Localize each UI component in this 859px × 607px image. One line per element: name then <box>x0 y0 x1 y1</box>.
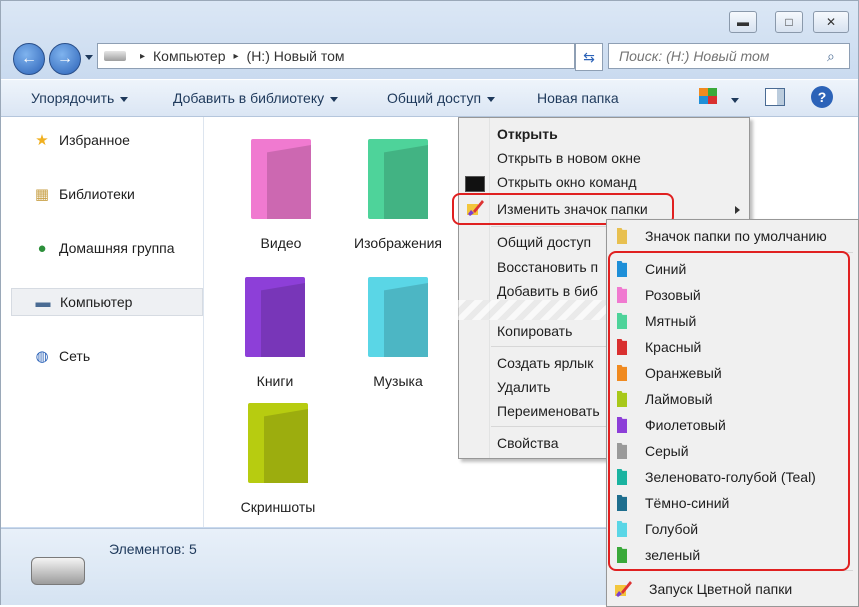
folder-label: Видео <box>260 235 302 251</box>
sidebar-item-favorites[interactable]: ★ Избранное <box>11 127 201 153</box>
sidebar-item-network[interactable]: ◍ Сеть <box>11 343 201 369</box>
folder-icon <box>251 139 311 219</box>
search-input[interactable] <box>617 47 827 65</box>
menu-item-add-to[interactable]: Добавить в биб <box>497 283 598 299</box>
items-count: Элементов: 5 <box>109 541 197 557</box>
help-icon: ? <box>811 86 833 108</box>
folder-label: Скриншоты <box>240 499 316 515</box>
torn-edge-decoration <box>458 300 608 320</box>
sidebar-item-label: Избранное <box>59 132 130 148</box>
maximize-button[interactable]: □ <box>775 11 803 33</box>
menu-item-share[interactable]: Общий доступ <box>497 234 591 250</box>
menu-item-rename[interactable]: Переименовать <box>497 403 600 419</box>
breadcrumb-separator-icon: ▸ <box>140 50 146 62</box>
close-button[interactable]: ✕ <box>813 11 849 33</box>
chevron-down-icon <box>731 97 739 103</box>
drive-icon <box>31 557 85 585</box>
library-icon: ▦ <box>34 186 50 203</box>
folder-item[interactable]: Видео <box>221 139 341 251</box>
folder-label: Музыка <box>373 373 423 389</box>
folder-icon <box>368 139 428 219</box>
chevron-down-icon <box>487 96 496 102</box>
share-button[interactable]: Общий доступ <box>387 90 496 106</box>
command-bar: Упорядочить Добавить в библиотеку Общий … <box>1 79 858 117</box>
submenu-item-launch[interactable]: Запуск Цветной папки <box>607 576 858 602</box>
folder-icon <box>368 277 428 357</box>
sidebar-item-homegroup[interactable]: ● Домашняя группа <box>11 235 201 261</box>
submenu-arrow-icon <box>735 206 740 214</box>
view-options-button[interactable] <box>699 88 739 107</box>
homegroup-icon: ● <box>37 239 47 257</box>
new-folder-button[interactable]: Новая папка <box>537 90 619 106</box>
submenu-item-default[interactable]: Значок папки по умолчанию <box>607 223 858 249</box>
sidebar-item-label: Сеть <box>59 348 91 364</box>
search-icon[interactable]: ⌕ <box>827 48 849 65</box>
navigation-bar: ← → ▸ Компьютер ▸ (H:) Новый том ⇆ ⌕ <box>1 39 858 75</box>
breadcrumb-separator-icon: ▸ <box>233 50 239 62</box>
chevron-down-icon <box>120 96 129 102</box>
drive-icon <box>104 51 126 61</box>
folder-item[interactable]: Музыка <box>338 277 458 389</box>
menu-item-open-new-window[interactable]: Открыть в новом окне <box>497 150 641 166</box>
menu-item-copy[interactable]: Копировать <box>497 323 572 339</box>
star-icon: ★ <box>35 132 49 149</box>
folder-item[interactable]: Скриншоты <box>218 403 338 515</box>
network-icon: ◍ <box>35 348 49 365</box>
folder-item[interactable]: Изображения <box>338 139 458 251</box>
command-prompt-icon <box>465 176 485 192</box>
breadcrumb-computer[interactable]: Компьютер <box>153 48 225 64</box>
menu-item-restore[interactable]: Восстановить п <box>497 259 598 275</box>
minimize-button[interactable]: ▬ <box>729 11 757 33</box>
breadcrumb-drive[interactable]: (H:) Новый том <box>247 48 345 64</box>
preview-pane-icon <box>765 88 785 106</box>
menu-item-delete[interactable]: Удалить <box>497 379 550 395</box>
address-bar[interactable]: ▸ Компьютер ▸ (H:) Новый том <box>97 43 575 69</box>
highlight-color-list <box>608 251 850 571</box>
folder-label: Книги <box>256 373 294 389</box>
title-bar: ▬ □ ✕ <box>1 1 858 39</box>
folder-icon <box>617 228 627 244</box>
preview-pane-button[interactable] <box>765 88 785 109</box>
sidebar-item-label: Библиотеки <box>59 186 135 202</box>
forward-button[interactable]: → <box>49 43 81 75</box>
navigation-pane: ★ Избранное ▦ Библиотеки ● Домашняя груп… <box>1 117 204 527</box>
folder-icon <box>245 277 305 357</box>
search-box: ⌕ <box>608 43 850 69</box>
folder-item[interactable]: Книги <box>215 277 335 389</box>
add-to-library-button[interactable]: Добавить в библиотеку <box>173 90 339 106</box>
sidebar-item-libraries[interactable]: ▦ Библиотеки <box>11 181 201 207</box>
refresh-button[interactable]: ⇆ <box>575 43 603 71</box>
chevron-down-icon <box>330 96 339 102</box>
organize-button[interactable]: Упорядочить <box>31 90 129 106</box>
folder-icon <box>248 403 308 483</box>
sidebar-item-label: Компьютер <box>60 294 133 310</box>
sidebar-item-computer[interactable]: ▬ Компьютер <box>11 288 203 316</box>
back-button[interactable]: ← <box>13 43 45 75</box>
menu-item-open-cmd[interactable]: Открыть окно команд <box>497 174 637 190</box>
menu-item-open[interactable]: Открыть <box>497 126 558 142</box>
history-dropdown-icon[interactable] <box>85 55 93 60</box>
menu-item-properties[interactable]: Свойства <box>497 435 558 451</box>
view-grid-icon <box>699 88 717 104</box>
computer-icon: ▬ <box>35 293 51 311</box>
help-button[interactable]: ? <box>811 86 833 108</box>
menu-item-create-shortcut[interactable]: Создать ярлык <box>497 355 593 371</box>
folder-label: Изображения <box>354 235 442 251</box>
sidebar-item-label: Домашняя группа <box>59 240 175 256</box>
paint-brush-icon <box>613 579 633 599</box>
